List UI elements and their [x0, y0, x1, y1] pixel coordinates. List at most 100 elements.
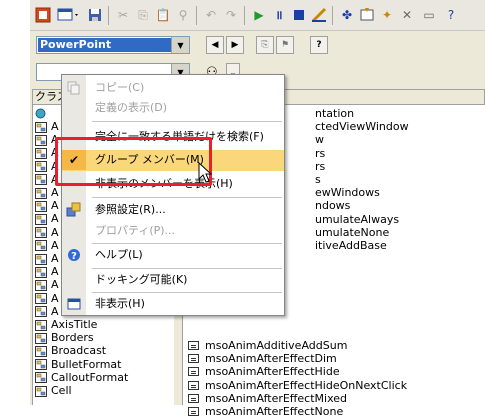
list-item[interactable]: umulateAlways — [315, 213, 399, 226]
highlight-annotation-frame — [55, 137, 212, 186]
list-item[interactable]: A — [35, 265, 59, 278]
list-item[interactable]: A — [35, 212, 59, 225]
class-name: BulletFormat — [51, 357, 122, 371]
find-icon[interactable]: ⚲ — [174, 6, 192, 24]
enum-constant-icon — [188, 354, 199, 364]
menu-item-properties[interactable]: プロパティ(P)... — [62, 221, 284, 241]
list-item[interactable]: s — [315, 173, 321, 186]
list-item[interactable]: BulletFormat — [35, 358, 121, 371]
list-item[interactable]: msoAnimAfterEffectHideOnNextClick — [188, 378, 408, 392]
list-item[interactable]: ewWindows — [315, 186, 380, 199]
list-item[interactable]: A — [35, 305, 59, 318]
class-name: A — [51, 225, 59, 239]
break-icon[interactable]: ॥ — [270, 6, 288, 24]
list-item[interactable]: Cell — [35, 384, 72, 397]
list-item[interactable]: msoAnimAfterEffectHide — [188, 365, 340, 378]
list-item[interactable]: A — [35, 186, 59, 199]
menu-separator — [92, 197, 282, 198]
enum-constant-icon — [188, 367, 199, 377]
class-icon — [35, 200, 47, 212]
class-icon — [35, 121, 47, 133]
list-item[interactable]: w — [315, 133, 324, 146]
list-item[interactable]: msoAnimAfterEffectDim — [188, 352, 337, 365]
chevron-down-icon[interactable]: ▼ — [171, 37, 189, 53]
list-item[interactable]: CalloutFormat — [35, 371, 128, 384]
list-item[interactable] — [35, 106, 51, 119]
toolbox-icon[interactable]: ✕ — [398, 6, 416, 24]
list-item[interactable]: Borders — [35, 331, 94, 344]
list-item[interactable]: ntation — [315, 107, 354, 120]
insert-userform-icon[interactable] — [56, 6, 82, 24]
object-browser-icon[interactable]: ✦ — [378, 6, 396, 24]
help-button[interactable]: ? — [310, 36, 328, 54]
copy-icon[interactable]: ⎘ — [134, 6, 152, 24]
cut-icon[interactable]: ✂ — [114, 6, 132, 24]
class-icon — [35, 240, 47, 252]
design-mode-icon[interactable] — [310, 6, 328, 24]
tab-order-icon[interactable]: ▭ — [420, 6, 438, 24]
menu-separator — [92, 268, 282, 269]
list-item[interactable]: A — [35, 120, 59, 133]
list-item[interactable]: A — [35, 239, 59, 252]
menu-item-label: 定義の表示(D) — [95, 101, 168, 114]
list-item[interactable]: msoAnimAfterEffectMixed — [188, 391, 347, 405]
copy-to-clipboard-button[interactable]: ⎘ — [256, 36, 274, 54]
member-name: msoAnimAfterEffectMixed — [205, 391, 347, 405]
list-item[interactable]: rs — [315, 160, 325, 173]
class-name: A — [51, 186, 59, 199]
menu-item-label: ドッキング可能(K) — [95, 273, 188, 286]
reset-icon[interactable] — [290, 6, 308, 24]
toolbar-separator — [196, 6, 197, 25]
class-name: A — [51, 238, 59, 252]
menu-separator — [92, 121, 282, 122]
menu-item-hide[interactable]: 非表示(H) — [62, 294, 284, 314]
member-name: msoAnimAfterEffectHideOnNextClick — [205, 378, 408, 392]
help-icon[interactable]: ? — [442, 6, 460, 24]
list-item[interactable]: A — [35, 292, 59, 305]
enum-constant-icon — [188, 341, 199, 350]
menu-item-dockable[interactable]: ドッキング可能(K) — [62, 270, 284, 290]
menu-item-label: ヘルプ(L) — [95, 248, 143, 261]
project-explorer-icon[interactable]: ✤ — [338, 6, 356, 24]
view-definition-button[interactable]: ⚑ — [276, 36, 294, 54]
list-item[interactable]: msoAnimAfterEffectNone — [188, 405, 343, 418]
list-item[interactable]: A — [35, 278, 59, 291]
list-item[interactable]: rs — [315, 147, 325, 160]
list-item[interactable]: A — [35, 226, 59, 239]
left-margin — [0, 0, 30, 405]
class-icon — [35, 134, 47, 146]
toolbar-separator — [332, 6, 333, 25]
list-item[interactable]: msoAnimAdditiveAddSum — [188, 339, 347, 352]
menu-item-show-definition[interactable]: 定義の表示(D) — [62, 98, 284, 118]
list-item[interactable]: itiveAddBase — [315, 239, 387, 252]
list-item[interactable]: AxisTitle — [35, 318, 97, 331]
list-item[interactable]: A — [35, 199, 59, 212]
library-select[interactable]: PowerPoint ▼ — [36, 36, 190, 54]
undo-icon[interactable]: ↶ — [202, 6, 220, 24]
list-item[interactable]: umulateNone — [315, 226, 389, 239]
redo-icon[interactable]: ↷ — [222, 6, 240, 24]
menu-item-help[interactable]: ? ヘルプ(L) — [62, 245, 284, 265]
run-icon[interactable]: ▶ — [250, 6, 268, 24]
forward-button[interactable]: ▶ — [226, 36, 244, 54]
class-name: A — [51, 304, 59, 318]
properties-window-icon[interactable] — [358, 6, 376, 24]
menu-item-references[interactable]: 参照設定(R)... — [62, 200, 284, 220]
list-item[interactable]: A — [35, 252, 59, 265]
powerpoint-view-icon[interactable] — [34, 6, 52, 24]
mouse-cursor-icon — [198, 161, 213, 187]
list-item[interactable]: ctedViewWindow — [315, 120, 409, 133]
standard-toolbar: ✂ ⎘ 📋 ⚲ ↶ ↷ ▶ ॥ ✤ ✦ ✕ ▭ ? — [30, 0, 485, 31]
back-button[interactable]: ◀ — [206, 36, 224, 54]
enum-constant-icon — [188, 407, 199, 416]
class-name: A — [51, 199, 59, 213]
save-icon[interactable] — [86, 6, 104, 24]
class-icon — [35, 306, 47, 318]
list-item[interactable]: ndows — [315, 199, 350, 212]
list-item[interactable]: Broadcast — [35, 344, 106, 357]
class-icon — [35, 187, 47, 199]
class-icon — [35, 174, 47, 186]
paste-icon[interactable]: 📋 — [154, 6, 172, 24]
class-icon — [35, 359, 47, 371]
menu-item-copy[interactable]: コピー(C) — [62, 78, 284, 98]
